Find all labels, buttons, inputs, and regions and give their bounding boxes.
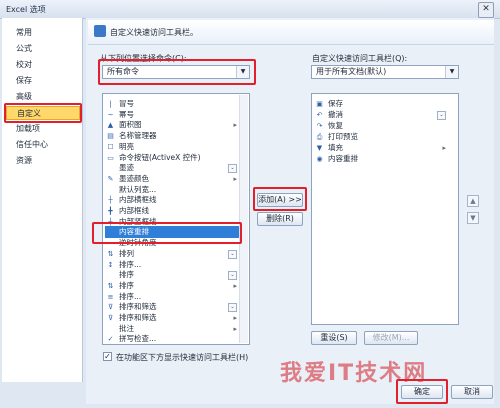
spell-icon: ✓ (107, 335, 114, 344)
pen-icon: ✎ (107, 174, 114, 183)
show-below-ribbon-label: 在功能区下方显示快速访问工具栏(H) (116, 353, 249, 362)
redo-icon: ↷ (316, 122, 323, 130)
bar-icon: | (109, 100, 112, 108)
remove-button[interactable]: 删除(R) (257, 212, 303, 226)
sort-icon: ⇅ (107, 249, 114, 258)
move-down-icon[interactable]: ▼ (467, 212, 479, 224)
list-item-label: 幂号 (119, 109, 134, 119)
shade-icon: ☐ (107, 142, 114, 151)
show-below-ribbon-checkbox[interactable]: ✓ (103, 352, 112, 361)
filter-icon: ⊽ (107, 314, 114, 322)
list-item-label: 拼写检查... (119, 334, 157, 344)
list-item-label: 排序和筛选 (119, 313, 157, 322)
dropdown-arrow-icon: ⌄ (228, 271, 237, 281)
list-item-label: 内容重排 (328, 154, 358, 163)
dropdown-arrow-icon: ⌄ (228, 164, 237, 174)
chevron-down-icon: ▼ (445, 66, 458, 78)
border-inner-h-icon: ┼ (108, 196, 113, 205)
quick-access-list[interactable]: ▣ 保存 ↶ 撤消 ⌄ ↷ 恢复 ⎙ 打印预览 ▼ 填充 ▸ ◉ 内容重排 (311, 93, 459, 325)
list-item[interactable]: ✓ 拼写检查... (105, 333, 239, 344)
tilde-icon: ~ (107, 110, 114, 119)
sidebar-item-resources[interactable]: 资源 (6, 154, 80, 168)
save-icon: ▣ (316, 100, 323, 108)
sidebar-item-common[interactable]: 常用 (6, 26, 80, 40)
name-manager-icon: ▤ (107, 132, 114, 141)
document-scope-value: 用于所有文档(默认) (316, 67, 387, 76)
dropdown-arrow-icon: ⌄ (228, 249, 237, 259)
list-item-label: 名称管理器 (119, 131, 157, 141)
list-item-label: 批注 (119, 323, 134, 333)
dropdown-arrow-icon: ⌄ (228, 303, 237, 313)
highlight-commands-dropdown (98, 59, 256, 85)
list-item-label: 面积图 (119, 120, 142, 130)
document-scope-dropdown[interactable]: 用于所有文档(默认) ▼ (311, 65, 459, 79)
list-item-label: 墨迹 (119, 163, 134, 173)
fill-icon: ▼ (316, 144, 323, 152)
sort-list-icon: ≡ (107, 292, 114, 301)
sort-az-icon: ↕ (107, 260, 114, 269)
list-item-label: 排序 (119, 280, 134, 290)
list-item-label: 命令按钮(ActiveX 控件) (119, 152, 201, 162)
close-icon[interactable]: ✕ (478, 2, 494, 18)
highlight-selected-command (92, 222, 242, 244)
section-header: 自定义快速访问工具栏。 (88, 20, 494, 45)
list-item-label: 排列 (119, 248, 134, 258)
list-item-label: 内部横框线 (119, 195, 157, 205)
cancel-button[interactable]: 取消 (451, 385, 493, 399)
modify-button[interactable]: 修改(M)... (364, 331, 418, 345)
sidebar-item-trust-center[interactable]: 信任中心 (6, 138, 80, 152)
sidebar-item-advanced[interactable]: 高级 (6, 90, 80, 104)
list-item-label: 排序和筛选 (119, 302, 157, 312)
list-item-label: 排序... (119, 259, 142, 269)
window-titlebar: Excel 选项 ✕ (0, 0, 500, 19)
move-up-icon[interactable]: ▲ (467, 195, 479, 207)
customize-icon (94, 25, 106, 37)
blank-icon (106, 186, 115, 194)
list-item-label: 打印预览 (328, 132, 358, 141)
sort-icon: ⇅ (107, 281, 114, 290)
blank-icon (106, 271, 115, 279)
list-item-label: 排序 (119, 270, 134, 280)
highlight-ok-button (396, 379, 448, 404)
section-title: 自定义快速访问工具栏。 (110, 28, 198, 37)
dropdown-arrow-icon: ⌄ (437, 111, 446, 120)
commands-scrollbar[interactable] (239, 95, 248, 343)
list-item-label: 明亮 (119, 141, 134, 151)
available-commands-list[interactable]: | 冒号 ~ 幂号 ▲ 面积图 ▸ ▤ 名称管理器 ☐ 明亮 ▭ 命令按钮(ActiveX 控件) 墨迹 ⌄… (102, 93, 250, 345)
window-title: Excel 选项 (6, 5, 46, 14)
border-inner-icon: ╋ (108, 207, 113, 215)
print-preview-icon: ⎙ (316, 133, 323, 141)
list-item-label: 排序... (119, 291, 142, 301)
highlight-sidebar-customize (4, 103, 82, 123)
reset-button[interactable]: 重设(S) (311, 331, 357, 345)
customize-toolbar-label: 自定义快速访问工具栏(Q): (312, 54, 408, 63)
list-item-label: 填充 (328, 143, 343, 152)
activex-icon: ▭ (107, 153, 114, 162)
list-item-label: 默认列宽... (119, 184, 157, 194)
sidebar-item-save[interactable]: 保存 (6, 74, 80, 88)
reflow-icon: ◉ (316, 155, 323, 163)
sidebar-item-addins[interactable]: 加载项 (6, 122, 80, 136)
sidebar-item-proofing[interactable]: 校对 (6, 58, 80, 72)
filter-icon: ⊽ (107, 303, 114, 312)
blank-icon (106, 325, 115, 333)
list-item-label: 内部框线 (119, 206, 149, 215)
sidebar-item-formulas[interactable]: 公式 (6, 42, 80, 56)
list-item-label: 恢复 (328, 121, 343, 130)
chart-icon: ▲ (107, 121, 114, 130)
options-sidebar: 常用 公式 校对 保存 高级 自定义 加载项 信任中心 资源 (2, 18, 83, 382)
list-item-label: 墨迹颜色 (119, 173, 149, 183)
list-item-label: 保存 (328, 99, 343, 108)
list-item-label: 冒号 (119, 99, 134, 108)
blank-icon (106, 164, 115, 172)
highlight-add-button (253, 187, 307, 211)
list-item-label: 撤消 (328, 110, 343, 119)
undo-icon: ↶ (316, 111, 323, 119)
list-item[interactable]: ◉ 内容重排 (314, 153, 448, 165)
